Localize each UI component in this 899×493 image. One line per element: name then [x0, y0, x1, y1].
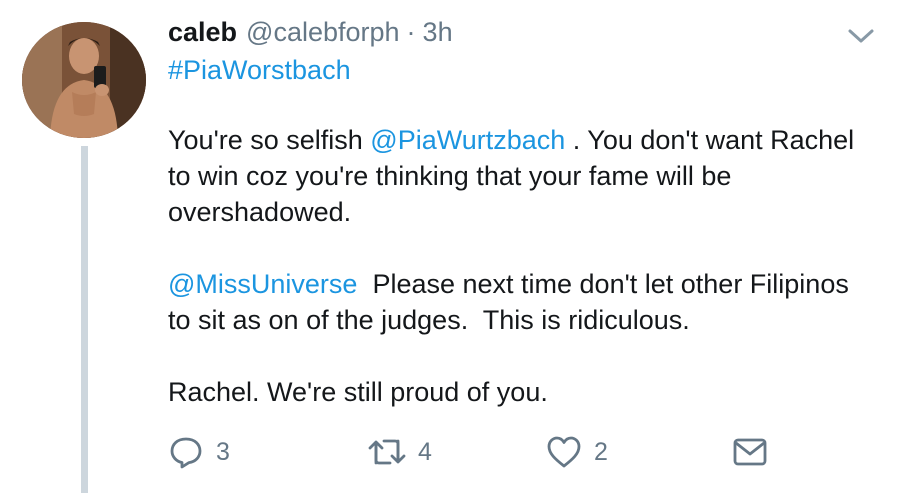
avatar[interactable]	[22, 22, 146, 138]
tweet-paragraph-1: You're so selfish @PiaWurtzbach . You do…	[168, 122, 878, 230]
tweet-header: caleb @calebforph · 3h	[168, 14, 453, 50]
reply-count: 3	[216, 438, 230, 466]
like-count: 2	[594, 438, 608, 466]
user-handle[interactable]: @calebforph	[246, 14, 400, 50]
mention-link[interactable]: @MissUniverse	[168, 269, 357, 299]
heart-icon	[547, 436, 581, 468]
tweet-paragraph-3: Rachel. We're still proud of you.	[168, 377, 548, 407]
tweet: caleb @calebforph · 3h #PiaWorstbach You…	[0, 0, 899, 493]
tweet-paragraph-2: @MissUniverse Please next time don't let…	[168, 266, 878, 338]
timestamp[interactable]: 3h	[423, 14, 453, 50]
separator-dot: ·	[406, 17, 416, 47]
tweet-menu-button[interactable]	[846, 26, 876, 46]
text-segment: You're so selfish	[168, 125, 371, 155]
like-button[interactable]: 2	[546, 432, 608, 472]
mention-link[interactable]: @PiaWurtzbach	[370, 125, 565, 155]
tweet-text: You're so selfish @PiaWurtzbach . You do…	[168, 122, 878, 410]
tweet-actions: 3 4 2	[0, 432, 899, 472]
retweet-icon	[368, 439, 406, 465]
reply-button[interactable]: 3	[168, 432, 230, 472]
chevron-down-icon	[848, 29, 874, 43]
retweet-count: 4	[418, 438, 432, 466]
retweet-button[interactable]: 4	[368, 432, 432, 472]
direct-message-button[interactable]	[733, 432, 767, 472]
hashtag-link[interactable]: #PiaWorstbach	[168, 52, 351, 88]
envelope-icon	[733, 438, 767, 466]
reply-icon	[170, 437, 202, 469]
display-name[interactable]: caleb	[168, 14, 237, 50]
